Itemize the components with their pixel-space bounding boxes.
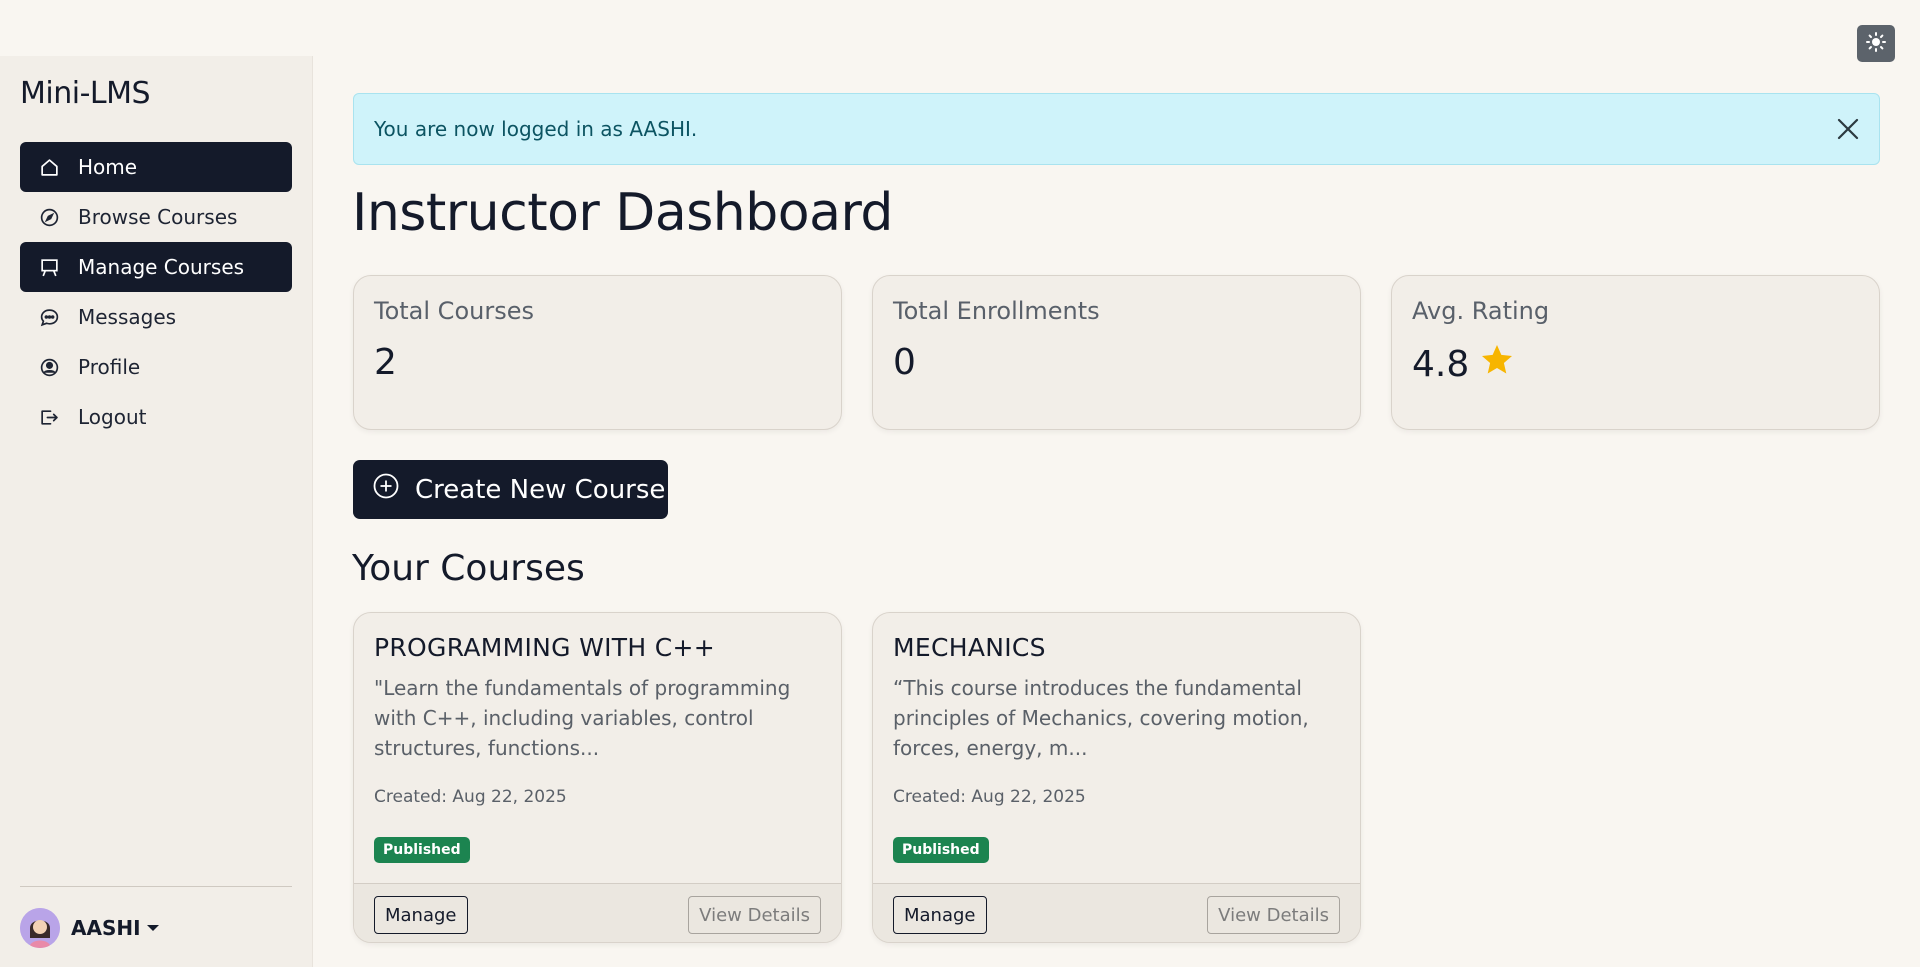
create-new-course-button[interactable]: Create New Course [353, 460, 668, 519]
sidebar-item-messages[interactable]: Messages [20, 292, 292, 342]
sidebar-item-label: Logout [78, 405, 147, 429]
course-title: PROGRAMMING WITH C++ [374, 633, 715, 662]
sidebar-item-manage-courses[interactable]: Manage Courses [20, 242, 292, 292]
stat-label: Total Enrollments [893, 297, 1100, 325]
sidebar-item-label: Manage Courses [78, 255, 245, 279]
sidebar-item-profile[interactable]: Profile [20, 342, 292, 392]
card-footer: Manage View Details [354, 883, 841, 942]
theme-toggle-button[interactable] [1857, 25, 1895, 62]
course-description: "Learn the fundamentals of programming w… [374, 676, 791, 760]
sidebar: Mini-LMS Home Browse Courses Manage Cour… [0, 56, 313, 967]
stat-label: Avg. Rating [1412, 297, 1550, 325]
easel-icon [38, 256, 60, 278]
chevron-down-icon [146, 925, 159, 931]
user-name: AASHI [71, 916, 141, 940]
sidebar-divider [20, 886, 292, 887]
stat-value-text: 4.8 [1412, 344, 1470, 385]
plus-circle-icon [373, 473, 415, 506]
course-created-date: Created: Aug 22, 2025 [893, 787, 1086, 807]
stat-card-avg-rating: Avg. Rating 4.8 [1391, 275, 1880, 430]
alert-text: You are now logged in as AASHI. [374, 117, 698, 141]
course-card: MECHANICS “This course introduces the fu… [872, 612, 1361, 943]
stat-value: 0 [893, 342, 916, 383]
course-description: “This course introduces the fundamental … [893, 676, 1309, 760]
sidebar-nav: Home Browse Courses Manage Courses Messa… [20, 142, 292, 442]
course-title: MECHANICS [893, 633, 1046, 662]
sidebar-item-browse-courses[interactable]: Browse Courses [20, 192, 292, 242]
close-icon[interactable] [1835, 116, 1861, 142]
compass-icon [38, 206, 60, 228]
user-circle-icon [38, 356, 60, 378]
status-badge: Published [893, 837, 989, 863]
stat-card-total-enrollments: Total Enrollments 0 [872, 275, 1361, 430]
manage-button[interactable]: Manage [893, 896, 987, 934]
logout-icon [38, 406, 60, 428]
chat-icon [38, 306, 60, 328]
brand-title[interactable]: Mini-LMS [20, 76, 151, 111]
avatar [20, 908, 60, 948]
home-icon [38, 156, 60, 178]
page-title: Instructor Dashboard [352, 183, 893, 243]
view-details-button[interactable]: View Details [688, 896, 821, 934]
sidebar-item-label: Home [78, 155, 138, 179]
course-card: PROGRAMMING WITH C++ "Learn the fundamen… [353, 612, 842, 943]
course-created-date: Created: Aug 22, 2025 [374, 787, 567, 807]
sidebar-item-label: Profile [78, 355, 141, 379]
login-alert: You are now logged in as AASHI. [353, 93, 1880, 165]
card-footer: Manage View Details [873, 883, 1360, 942]
status-badge: Published [374, 837, 470, 863]
stat-card-total-courses: Total Courses 2 [353, 275, 842, 430]
stat-value-text: 0 [893, 342, 916, 383]
manage-button[interactable]: Manage [374, 896, 468, 934]
sidebar-item-label: Messages [78, 305, 177, 329]
view-details-button[interactable]: View Details [1207, 896, 1340, 934]
sun-icon [1866, 31, 1886, 56]
stat-value: 2 [374, 342, 397, 383]
create-button-label: Create New Course [415, 474, 666, 505]
star-icon [1479, 342, 1515, 387]
sidebar-item-label: Browse Courses [78, 205, 238, 229]
stat-value-text: 2 [374, 342, 397, 383]
section-title: Your Courses [352, 548, 585, 589]
stat-value: 4.8 [1412, 342, 1515, 387]
sidebar-item-home[interactable]: Home [20, 142, 292, 192]
user-menu[interactable]: AASHI [20, 908, 159, 948]
stat-label: Total Courses [374, 297, 534, 325]
sidebar-item-logout[interactable]: Logout [20, 392, 292, 442]
